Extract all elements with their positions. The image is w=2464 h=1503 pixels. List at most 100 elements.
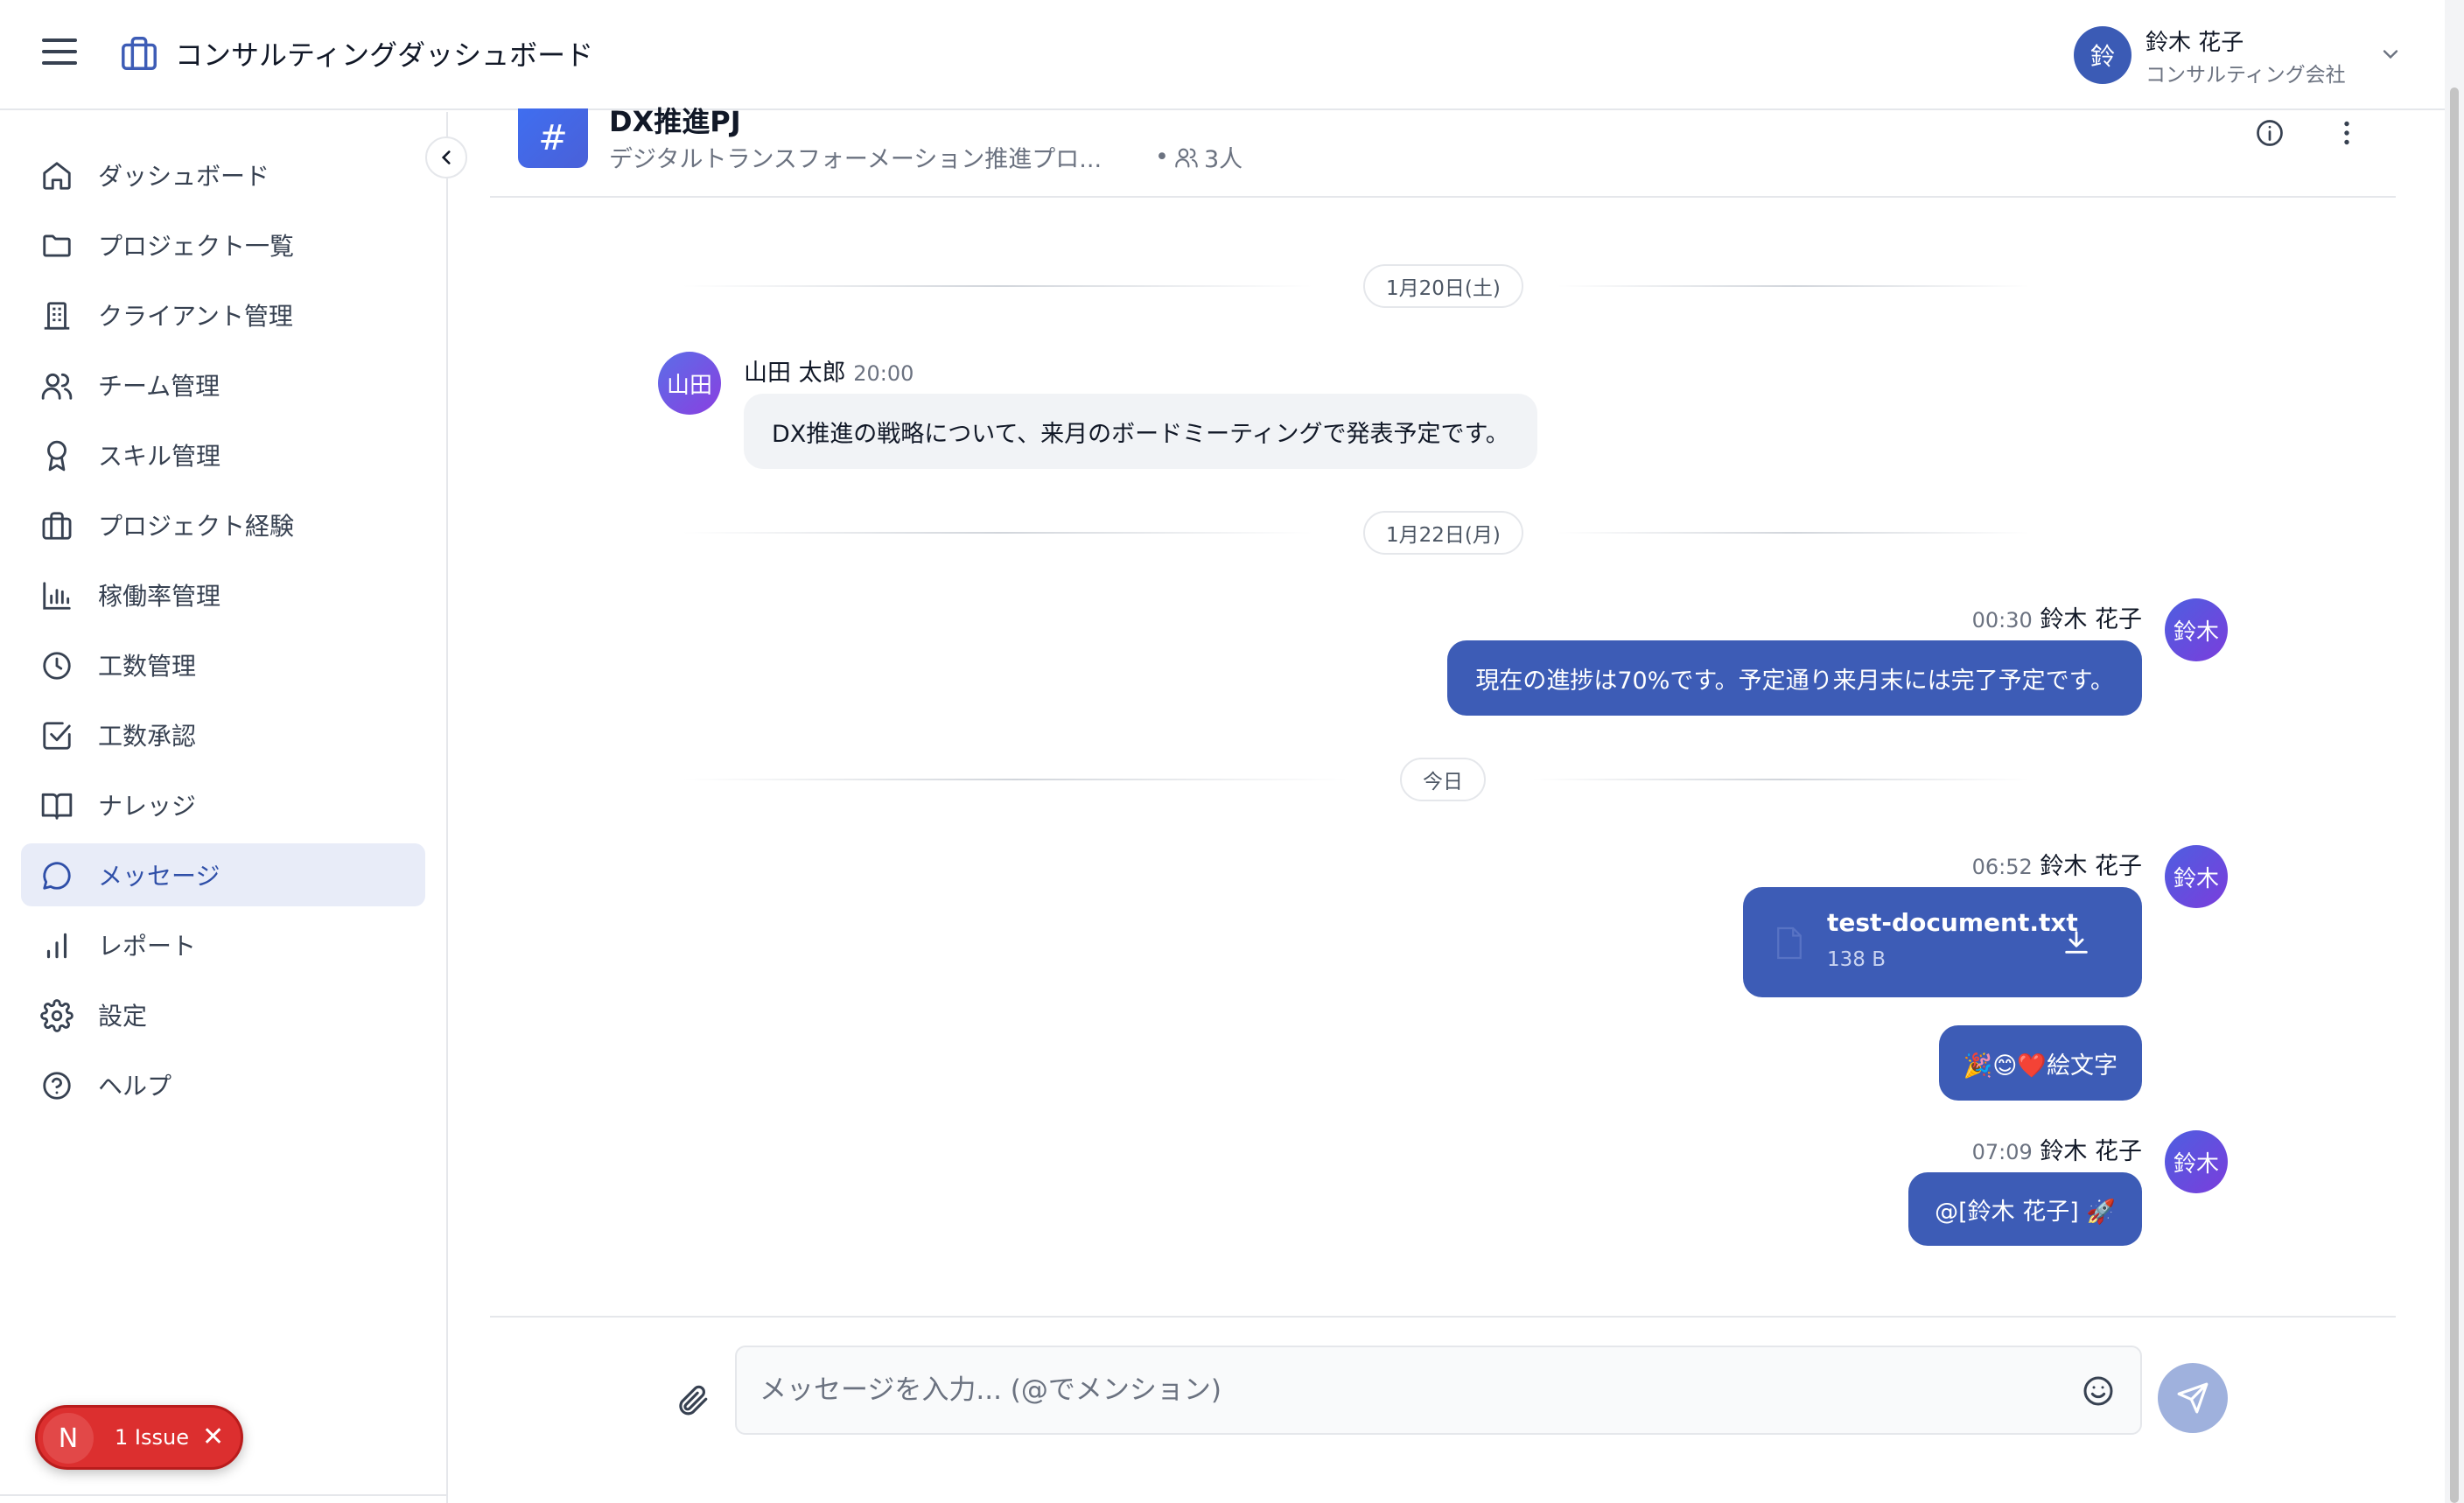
sidebar-item-label: 設定 [98, 1002, 148, 1031]
sender-name: 鈴木 花子 [2040, 1138, 2142, 1165]
divider-line [1558, 532, 2030, 534]
sidebar-item-label: 稼働率管理 [98, 582, 221, 611]
user-company: コンサルティング会社 [2146, 64, 2346, 87]
book-icon [41, 793, 73, 820]
sidebar-item-dashboard[interactable]: ダッシュボード [21, 143, 425, 206]
sidebar-item-reports[interactable]: レポート [21, 913, 425, 976]
message-bubble: DX推進の戦略について、来月のボードミーティングで発表予定です。 [744, 394, 1537, 469]
user-avatar: 鈴 [2074, 26, 2132, 84]
chevron-left-icon [441, 150, 451, 164]
date-separator: 1月22日(月) [682, 511, 2030, 555]
sidebar-item-label: プロジェクト一覧 [98, 232, 295, 261]
signal-icon [46, 933, 67, 959]
avatar[interactable]: 山田 [658, 352, 721, 415]
sidebar-item-help[interactable]: ヘルプ [21, 1053, 425, 1116]
avatar[interactable]: 鈴木 [2165, 845, 2228, 908]
sidebar-item-utilization[interactable]: 稼働率管理 [21, 563, 425, 626]
download-icon[interactable] [2062, 927, 2091, 957]
channel-description: デジタルトランスフォーメーション推進プロ... [609, 146, 1102, 173]
message-input-box[interactable] [735, 1346, 2142, 1435]
scrollbar-thumb[interactable] [2450, 87, 2459, 1503]
sidebar-item-label: クライアント管理 [98, 302, 293, 331]
sidebar-item-label: ヘルプ [98, 1072, 172, 1101]
member-count-label: 3人 [1203, 146, 1243, 173]
gear-icon [40, 999, 74, 1032]
issue-count[interactable]: 1 Issue [115, 1425, 189, 1450]
file-icon [1777, 926, 1802, 960]
home-icon [43, 162, 71, 190]
briefcase-icon [42, 512, 72, 540]
sender-name: 鈴木 花子 [2040, 606, 2142, 633]
sidebar-item-label: チーム管理 [98, 372, 220, 401]
sidebar-item-knowledge[interactable]: ナレッジ [21, 773, 425, 836]
divider-line [682, 779, 1348, 780]
sidebar-item-team[interactable]: チーム管理 [21, 353, 425, 416]
avatar[interactable]: 鈴木 [2165, 598, 2228, 661]
date-separator: 1月20日(土) [682, 264, 2030, 308]
award-icon [47, 440, 66, 472]
message-time: 20:00 [853, 361, 914, 386]
message-meta: 山田 太郎 20:00 [744, 353, 914, 388]
chevron-down-icon[interactable] [2378, 42, 2403, 66]
message-input[interactable] [760, 1368, 2037, 1412]
message-time: 07:09 [1971, 1140, 2033, 1164]
users-icon [41, 373, 73, 400]
divider-line [1531, 779, 2030, 780]
users-icon [1175, 148, 1198, 168]
date-chip: 1月22日(月) [1363, 511, 1523, 555]
sidebar-item-label: プロジェクト経験 [98, 512, 295, 541]
message-meta: 00:30 鈴木 花子 [1972, 600, 2142, 634]
folder-icon [43, 234, 71, 257]
sidebar-item-man-hours[interactable]: 工数管理 [21, 633, 425, 696]
avatar[interactable]: 鈴木 [2165, 1130, 2228, 1193]
sidebar-item-projects[interactable]: プロジェクト一覧 [21, 213, 425, 276]
page-scrollbar[interactable] [2445, 0, 2464, 1503]
message-bubble: 🎉😊❤️絵文字 [1938, 1025, 2142, 1101]
smile-icon[interactable] [2081, 1374, 2116, 1409]
sidebar-item-settings[interactable]: 設定 [21, 983, 425, 1046]
message-meta: 06:52 鈴木 花子 [1972, 847, 2142, 881]
date-separator: 今日 [682, 758, 2030, 801]
app-title: コンサルティングダッシュボード [175, 38, 594, 72]
nextjs-logo-icon: N [43, 1413, 94, 1464]
sidebar-item-approval[interactable]: 工数承認 [21, 703, 425, 766]
menu-icon[interactable] [42, 38, 77, 70]
send-icon [2177, 1382, 2208, 1414]
paperclip-icon[interactable] [674, 1382, 710, 1419]
sidebar-collapse-button[interactable] [425, 136, 467, 178]
file-attachment[interactable]: test-document.txt 138 B [1743, 887, 2142, 997]
sidebar-item-clients[interactable]: クライアント管理 [21, 283, 425, 346]
composer-divider [490, 1316, 2396, 1318]
divider-line [682, 285, 1312, 287]
close-icon[interactable]: ✕ [202, 1422, 224, 1452]
message-bubble: 現在の進捗は70%です。予定通り来月末には完了予定です。 [1447, 640, 2142, 716]
user-name: 鈴木 花子 [2146, 30, 2244, 56]
message-meta: 07:09 鈴木 花子 [1972, 1132, 2142, 1166]
channel-member-count[interactable]: • 3人 [1155, 140, 1242, 174]
message-time: 06:52 [1971, 855, 2033, 879]
issue-badge[interactable]: N 1 Issue ✕ [35, 1405, 243, 1470]
sender-name: 山田 太郎 [744, 360, 846, 387]
user-menu[interactable]: 鈴 鈴木 花子 コンサルティング会社 [2074, 24, 2424, 87]
channel-header: # DX推進PJ デジタルトランスフォーメーション推進プロ... • 3人 [490, 105, 2396, 198]
sidebar-item-label: スキル管理 [98, 442, 221, 471]
check-square-icon [43, 722, 71, 750]
sidebar-item-label: ナレッジ [98, 792, 197, 821]
sidebar-item-label: ダッシュボード [98, 162, 270, 191]
sidebar-item-project-experience[interactable]: プロジェクト経験 [21, 493, 425, 556]
sidebar-item-skills[interactable]: スキル管理 [21, 423, 425, 486]
info-icon[interactable] [2254, 117, 2286, 149]
date-chip: 1月20日(土) [1363, 264, 1523, 308]
bar-chart-icon [43, 582, 71, 610]
message-time: 00:30 [1971, 608, 2033, 633]
sender-name: 鈴木 花子 [2040, 853, 2142, 880]
file-size: 138 B [1827, 948, 1886, 971]
sidebar-footer-divider [0, 1494, 446, 1496]
sidebar-item-messages[interactable]: メッセージ [21, 843, 425, 906]
message-circle-icon [43, 862, 71, 890]
send-button[interactable] [2158, 1363, 2228, 1433]
date-chip: 今日 [1400, 758, 1486, 801]
sidebar: ダッシュボード プロジェクト一覧 クライアント管理 チーム管理 スキル管理 プロ… [0, 112, 448, 1503]
sidebar-item-label: 工数承認 [98, 722, 197, 751]
more-vertical-icon[interactable] [2331, 117, 2362, 149]
